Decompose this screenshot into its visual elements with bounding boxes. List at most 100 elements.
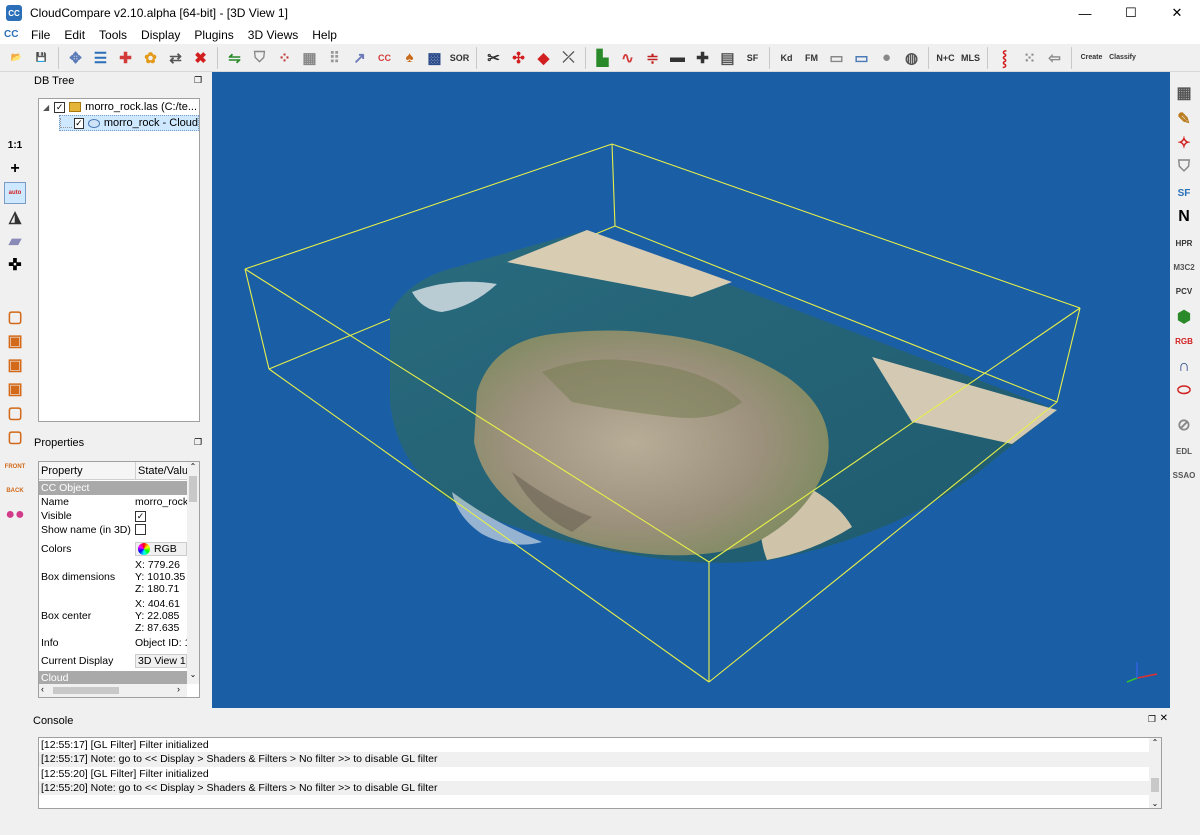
3d-view[interactable] bbox=[212, 72, 1170, 708]
edl-icon[interactable]: EDL bbox=[1173, 440, 1195, 462]
globe-icon[interactable]: ◍ bbox=[901, 47, 923, 69]
header-property[interactable]: Property bbox=[39, 462, 135, 480]
ortho-icon[interactable]: ▰ bbox=[4, 230, 26, 252]
fast-marching-icon[interactable]: FM bbox=[801, 47, 823, 69]
fine-registration-icon[interactable]: ⛉ bbox=[249, 47, 271, 69]
expand-arrow-icon[interactable]: ◢ bbox=[43, 103, 49, 112]
brush-icon[interactable]: ✎ bbox=[1173, 108, 1195, 130]
graphical-segmentation-icon[interactable]: ✥ bbox=[65, 47, 87, 69]
show-name-checkbox[interactable] bbox=[135, 524, 146, 535]
sf-icon[interactable]: SF bbox=[742, 47, 764, 69]
color-compare-icon[interactable]: CC bbox=[374, 47, 396, 69]
canupo-create-icon[interactable]: Create bbox=[1078, 47, 1106, 69]
scroll-left-icon[interactable]: ‹ bbox=[41, 684, 44, 694]
scroll-up-icon[interactable]: ⌃ bbox=[1149, 738, 1161, 747]
props-horizontal-scrollbar[interactable]: ‹ › bbox=[39, 684, 187, 697]
compass-icon[interactable]: ✧ bbox=[1173, 132, 1195, 154]
view-bottom-icon[interactable]: ▢ bbox=[4, 426, 26, 448]
scroll-up-icon[interactable]: ⌃ bbox=[188, 462, 198, 474]
normals-icon[interactable]: N+C bbox=[935, 47, 957, 69]
view-top-icon[interactable]: ▢ bbox=[4, 306, 26, 328]
sphere-icon[interactable]: ● bbox=[876, 47, 898, 69]
zoom-1-1-icon[interactable]: 1:1 bbox=[4, 134, 26, 156]
prop-value[interactable]: morro_rock bbox=[135, 496, 187, 508]
sf-plugin-icon[interactable]: SF bbox=[1173, 182, 1195, 204]
scroll-thumb[interactable] bbox=[53, 687, 119, 694]
view-back-icon[interactable]: ▣ bbox=[4, 378, 26, 400]
maximize-button[interactable]: ☐ bbox=[1108, 0, 1154, 26]
m3c2-icon[interactable]: M3C2 bbox=[1173, 256, 1195, 278]
dock-float-icon[interactable]: ❐ bbox=[194, 437, 204, 447]
checkbox-file[interactable]: ✓ bbox=[54, 101, 66, 113]
console-scrollbar[interactable]: ⌃ ⌄ bbox=[1149, 738, 1161, 808]
crop-icon[interactable]: ✂ bbox=[483, 47, 505, 69]
pan-icon[interactable]: ✜ bbox=[4, 254, 26, 276]
auto-pivot-icon[interactable]: auto bbox=[4, 182, 26, 204]
scroll-thumb[interactable] bbox=[1151, 778, 1159, 792]
translate-icon[interactable]: ✣ bbox=[508, 47, 530, 69]
ssao-icon[interactable]: SSAO bbox=[1173, 464, 1196, 486]
stereo-icon[interactable]: ●● bbox=[4, 504, 26, 526]
iso-front-icon[interactable]: FRONT bbox=[4, 456, 26, 478]
iso-back-icon[interactable]: BACK bbox=[4, 480, 26, 502]
menu-file[interactable]: File bbox=[24, 28, 57, 42]
scroll-thumb[interactable] bbox=[189, 476, 197, 502]
menu-help[interactable]: Help bbox=[305, 28, 344, 42]
checkbox-cloud[interactable]: ✓ bbox=[74, 117, 84, 129]
ransac-icon[interactable]: ⬢ bbox=[1173, 306, 1195, 328]
pdf-icon[interactable]: ▭ bbox=[826, 47, 848, 69]
csv-icon[interactable]: ▭ bbox=[851, 47, 873, 69]
minimize-button[interactable]: — bbox=[1062, 0, 1108, 26]
close-button[interactable]: ✕ bbox=[1154, 0, 1200, 26]
visible-checkbox[interactable]: ✓ bbox=[135, 511, 146, 522]
dock-close-icon[interactable]: ✕ bbox=[1160, 713, 1168, 724]
view-front-icon[interactable]: ▣ bbox=[4, 330, 26, 352]
scatter-icon[interactable]: ⁙ bbox=[1019, 47, 1041, 69]
dock-float-icon[interactable]: ❐ bbox=[1148, 714, 1156, 725]
canupo-classify-icon[interactable]: Classify bbox=[1109, 47, 1137, 69]
rotation-icon[interactable]: ◮ bbox=[4, 206, 26, 228]
save-icon[interactable]: 💾 bbox=[31, 47, 53, 69]
view-left-icon[interactable]: ▣ bbox=[4, 354, 26, 376]
disable-icon[interactable]: ⊘ bbox=[1173, 414, 1195, 436]
sor-filter-icon[interactable]: SOR bbox=[449, 47, 471, 69]
scroll-down-icon[interactable]: ⌄ bbox=[1149, 799, 1161, 808]
film-icon[interactable]: ▦ bbox=[1173, 82, 1195, 104]
pcv-icon[interactable]: PCV bbox=[1173, 280, 1195, 302]
tree-row-cloud[interactable]: ✓ morro_rock - Cloud bbox=[59, 115, 199, 131]
kd-tree-icon[interactable]: Kd bbox=[776, 47, 798, 69]
shield-icon[interactable]: ⛉ bbox=[1173, 156, 1195, 178]
north-icon[interactable]: N bbox=[1173, 206, 1195, 228]
minmax-icon[interactable]: ≑ bbox=[642, 47, 664, 69]
gradient-icon[interactable]: ∿ bbox=[617, 47, 639, 69]
histogram-icon[interactable]: ▙ bbox=[592, 47, 614, 69]
add-sf-icon[interactable]: ✚ bbox=[692, 47, 714, 69]
sample-points-icon[interactable]: ⁘ bbox=[274, 47, 296, 69]
ellipse-icon[interactable]: ⬭ bbox=[1173, 380, 1195, 402]
scale-icon[interactable]: ⤫ bbox=[558, 47, 580, 69]
header-state-value[interactable]: State/Value bbox=[135, 462, 194, 480]
facets-icon[interactable]: ∩ bbox=[1173, 356, 1195, 378]
noise-filter-icon[interactable]: ↗ bbox=[349, 47, 371, 69]
tree-row-file[interactable]: ◢ ✓ morro_rock.las (C:/te... bbox=[43, 99, 197, 115]
scroll-right-icon[interactable]: › bbox=[177, 684, 180, 694]
sf-arithmetic-icon[interactable]: ▬ bbox=[667, 47, 689, 69]
hpr-icon[interactable]: HPR bbox=[1173, 232, 1195, 254]
menu-tools[interactable]: Tools bbox=[92, 28, 134, 42]
cross-section-icon[interactable]: ✚ bbox=[115, 47, 137, 69]
point-cloud[interactable] bbox=[390, 230, 1057, 563]
cloud-to-cloud-icon[interactable]: ⠿ bbox=[324, 47, 346, 69]
curve-icon[interactable]: ⸾ bbox=[994, 47, 1016, 69]
subsample-icon[interactable]: ▦ bbox=[299, 47, 321, 69]
menu-plugins[interactable]: Plugins bbox=[187, 28, 240, 42]
menu-display[interactable]: Display bbox=[134, 28, 187, 42]
registration-icon[interactable]: ⇋ bbox=[224, 47, 246, 69]
clone-icon[interactable]: ⇄ bbox=[165, 47, 187, 69]
scroll-down-icon[interactable]: ⌄ bbox=[188, 670, 198, 682]
open-file-icon[interactable]: 📂 bbox=[6, 47, 28, 69]
delete-icon[interactable]: ✖ bbox=[190, 47, 212, 69]
menu-3d-views[interactable]: 3D Views bbox=[241, 28, 305, 42]
scalar-icon[interactable]: ♠ bbox=[399, 47, 421, 69]
3d-scene[interactable] bbox=[212, 72, 1170, 708]
merge-icon[interactable]: ✿ bbox=[140, 47, 162, 69]
